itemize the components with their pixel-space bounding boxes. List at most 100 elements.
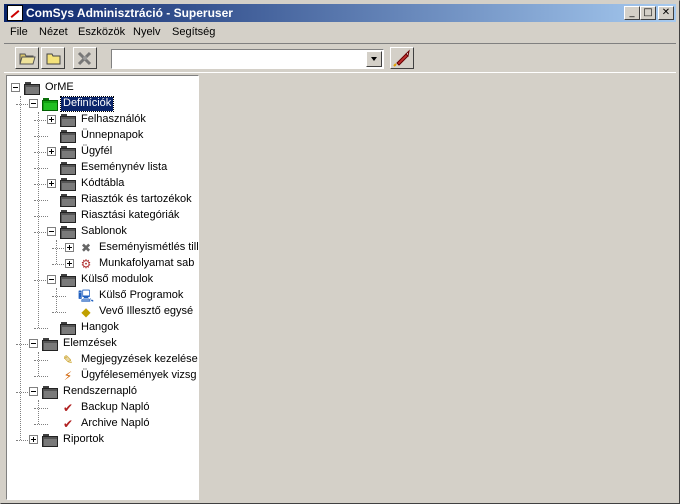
tree-connector-line [52,312,66,313]
expand-icon[interactable] [47,179,56,188]
program-icon: 🖳 [78,289,95,303]
collapse-icon[interactable] [47,275,56,284]
folder-icon [42,434,58,447]
menu-help[interactable]: Segítség [172,26,215,38]
tree-node[interactable]: Ünnepnapok [7,128,197,144]
tree-node[interactable]: ⚙ Munkafolyamat sab [7,256,197,272]
tree-node-label: Munkafolyamat sab [99,257,195,269]
rocket-button[interactable] [390,47,414,69]
tree-node-label: Riasztási kategóriák [81,209,180,221]
tree-connector-line [34,120,48,121]
folder-icon [60,162,76,175]
open-button[interactable] [15,47,39,69]
folder-icon [60,274,76,287]
tree-node[interactable]: Elemzések [7,336,197,352]
tools-icon [77,51,92,66]
menu-view[interactable]: Nézet [39,26,68,38]
tree-connector-line [34,408,48,409]
menu-language[interactable]: Nyelv [133,26,161,38]
folder-icon [60,146,76,159]
selector-combobox[interactable] [111,49,384,69]
tree-node[interactable]: ✔ Backup Napló [7,400,197,416]
tree-node[interactable]: Riportok [7,432,197,448]
folder-icon [42,338,58,351]
tree-node-label: Felhasználók [81,113,146,125]
tree-node-label: Elemzések [63,337,117,349]
tree-node-label: Riportok [63,433,104,445]
folder-icon [24,82,40,95]
tree-connector-line [34,376,48,377]
tree-node[interactable]: OrME [7,80,197,96]
maximize-button[interactable]: □ [640,6,656,20]
tree-node[interactable]: ✔ Archive Napló [7,416,197,432]
tree-node[interactable]: Rendszernapló [7,384,197,400]
rocket-icon [393,49,410,67]
tree-node[interactable]: ✖ Eseményismétlés till [7,240,198,256]
tree-node-label: Eseménynév lista [81,161,168,173]
workflow-icon: ⚙ [80,257,92,271]
expand-icon[interactable] [65,243,74,252]
tree-node[interactable]: ✎ Megjegyzések kezelése [7,352,198,368]
tree-connector-line [16,344,30,345]
tree-node-label: Külső modulok [81,273,154,285]
collapse-icon[interactable] [29,387,38,396]
tree-node[interactable]: Sablonok [7,224,197,240]
tree-connector-line [52,248,66,249]
folder-icon [60,210,76,223]
expand-icon[interactable] [65,259,74,268]
tree-node-label: Rendszernapló [63,385,137,397]
menu-file[interactable]: File [10,26,28,38]
tree-node-label: Ünnepnapok [81,129,144,141]
folder-icon [42,386,58,399]
tree-node[interactable]: Felhasználók [7,112,197,128]
close-button[interactable]: ✕ [658,6,674,20]
collapse-icon[interactable] [11,83,20,92]
tree-connector-line [34,232,48,233]
tree-connector-line [34,360,48,361]
folder-button[interactable] [41,47,65,69]
tree-node[interactable]: Ügyfél [7,144,197,160]
collapse-icon[interactable] [29,99,38,108]
tree-connector-line [34,168,48,169]
chevron-down-icon[interactable] [366,51,382,67]
tree-node[interactable]: Külső modulok [7,272,197,288]
tree-connector-line [34,136,48,137]
open-icon [19,53,36,65]
tree-node[interactable]: Riasztási kategóriák [7,208,197,224]
tools-icon: ✖ [80,241,92,255]
collapse-icon[interactable] [47,227,56,236]
tree-node[interactable]: Kódtábla [7,176,197,192]
folder-icon [60,178,76,191]
tree-connector-line [34,216,48,217]
tree-connector-line [16,392,30,393]
tree-node[interactable]: Eseménynév lista [7,160,197,176]
tree-node[interactable]: Definíciók [7,96,197,112]
tree-node[interactable]: ◆ Vevő Illesztő egysé [7,304,197,320]
tree-connector-line [52,296,66,297]
tree-node-label: Kódtábla [81,177,125,189]
tree-node[interactable]: ⚡ Ügyfélesemények vizsg [7,368,197,384]
tree-connector-line [34,200,48,201]
expand-icon[interactable] [29,435,38,444]
tools-button[interactable] [73,47,97,69]
menu-bar: File Nézet Eszközök Nyelv Segítség [4,23,676,42]
collapse-icon[interactable] [29,339,38,348]
expand-icon[interactable] [47,115,56,124]
tree-node-label: Hangok [81,321,119,333]
expand-icon[interactable] [47,147,56,156]
tree-connector-line [34,280,48,281]
window-title: ComSys Adminisztráció - Superuser [26,6,233,20]
navigation-tree[interactable]: OrME Definíciók Felhasználók Ünnepnapok Ügyf… [6,75,199,500]
tree-node[interactable]: Hangok [7,320,197,336]
events-icon: ⚡ [63,369,73,383]
folder-icon [60,194,76,207]
tree-node-label: Vevő Illesztő egysé [99,305,194,317]
tree-node[interactable]: 🖳 Külső Programok [7,288,197,304]
folder-icon [60,114,76,127]
tree-node[interactable]: Riasztók és tartozékok [7,192,197,208]
notes-icon: ✎ [62,353,74,367]
folder-icon [60,226,76,239]
tree-connector-line [16,104,30,105]
menu-tools[interactable]: Eszközök [78,26,125,38]
minimize-button[interactable]: _ [624,6,640,20]
